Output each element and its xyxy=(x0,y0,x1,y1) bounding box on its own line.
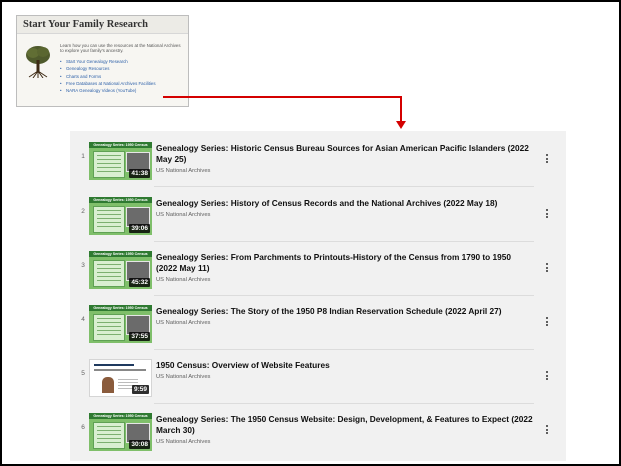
video-duration: 45:32 xyxy=(129,278,150,287)
video-title-text[interactable]: Genealogy Series: The Story of the 1950 … xyxy=(156,306,502,316)
video-title-text[interactable]: Genealogy Series: Historic Census Bureau… xyxy=(156,143,529,164)
channel-name[interactable]: US National Archives xyxy=(156,373,534,381)
thumbnail-heading-bar xyxy=(94,364,134,366)
video-thumbnail[interactable]: Genealogy Series: 1950 Census 30:08 xyxy=(89,413,152,451)
thumbnail-banner: Genealogy Series: 1950 Census xyxy=(89,251,152,257)
thumbnail-banner: Genealogy Series: 1950 Census xyxy=(89,413,152,419)
video-title[interactable]: Genealogy Series: History of Census Reco… xyxy=(156,198,534,219)
thumbnail-subheading-bar xyxy=(94,369,146,371)
resource-links: Start Your Genealogy Research Genealogy … xyxy=(60,58,156,95)
link-start-research[interactable]: Start Your Genealogy Research xyxy=(60,58,156,66)
playlist-item[interactable]: 1 Genealogy Series: 1950 Census 41:38 Ge… xyxy=(70,133,566,187)
more-options-icon[interactable] xyxy=(545,154,549,165)
playlist-item[interactable]: 4 Genealogy Series: 1950 Census 37:55 Ge… xyxy=(70,296,566,350)
document-graphic xyxy=(93,314,125,341)
video-thumbnail[interactable]: Genealogy Series: 1950 Census 39:06 xyxy=(89,197,152,235)
playlist-item[interactable]: 3 Genealogy Series: 1950 Census 45:32 Ge… xyxy=(70,242,566,296)
channel-name[interactable]: US National Archives xyxy=(156,167,534,175)
video-thumbnail[interactable]: 9:59 xyxy=(89,359,152,397)
video-title-text[interactable]: Genealogy Series: History of Census Reco… xyxy=(156,198,497,208)
item-index: 1 xyxy=(81,153,85,160)
video-title[interactable]: Genealogy Series: The Story of the 1950 … xyxy=(156,306,534,327)
video-playlist: 1 Genealogy Series: 1950 Census 41:38 Ge… xyxy=(70,131,566,461)
document-graphic xyxy=(93,422,125,449)
video-duration: 39:06 xyxy=(129,224,150,233)
thumbnail-banner: Genealogy Series: 1950 Census xyxy=(89,305,152,311)
channel-name[interactable]: US National Archives xyxy=(156,211,534,219)
thumbnail-banner: Genealogy Series: 1950 Census xyxy=(89,142,152,148)
channel-name[interactable]: US National Archives xyxy=(156,276,534,284)
item-index: 6 xyxy=(81,424,85,431)
channel-name[interactable]: US National Archives xyxy=(156,438,534,446)
panel-title: Start Your Family Research xyxy=(17,16,188,34)
family-research-panel: Start Your Family Research Learn how you… xyxy=(16,15,189,107)
channel-name[interactable]: US National Archives xyxy=(156,319,534,327)
more-options-icon[interactable] xyxy=(545,263,549,274)
item-index: 5 xyxy=(81,370,85,377)
document-graphic xyxy=(93,260,125,287)
divider xyxy=(154,186,534,187)
video-title[interactable]: Genealogy Series: Historic Census Bureau… xyxy=(156,143,534,175)
item-index: 2 xyxy=(81,208,85,215)
playlist-item[interactable]: 5 9:59 1950 Census: Overview of Website … xyxy=(70,350,566,404)
playlist-item[interactable]: 6 Genealogy Series: 1950 Census 30:08 Ge… xyxy=(70,404,566,458)
link-genealogy-resources[interactable]: Genealogy Resources xyxy=(60,65,156,73)
link-free-databases[interactable]: Free Databases at National Archives Faci… xyxy=(60,80,156,88)
item-index: 3 xyxy=(81,262,85,269)
item-index: 4 xyxy=(81,316,85,323)
video-duration: 41:38 xyxy=(129,169,150,178)
presenter-portrait xyxy=(102,377,114,393)
video-title[interactable]: Genealogy Series: From Parchments to Pri… xyxy=(156,252,534,284)
document-graphic xyxy=(93,151,125,178)
link-genealogy-videos[interactable]: NARA Genealogy Videos (YouTube) xyxy=(60,87,156,95)
thumbnail-banner: Genealogy Series: 1950 Census xyxy=(89,197,152,203)
video-title-text[interactable]: 1950 Census: Overview of Website Feature… xyxy=(156,360,330,370)
more-options-icon[interactable] xyxy=(545,317,549,328)
playlist-item[interactable]: 2 Genealogy Series: 1950 Census 39:06 Ge… xyxy=(70,188,566,242)
video-duration: 9:59 xyxy=(131,385,149,394)
video-thumbnail[interactable]: Genealogy Series: 1950 Census 45:32 xyxy=(89,251,152,289)
video-thumbnail[interactable]: Genealogy Series: 1950 Census 41:38 xyxy=(89,142,152,180)
more-options-icon[interactable] xyxy=(545,425,549,436)
video-thumbnail[interactable]: Genealogy Series: 1950 Census 37:55 xyxy=(89,305,152,343)
tree-icon xyxy=(26,46,50,78)
video-title[interactable]: Genealogy Series: The 1950 Census Websit… xyxy=(156,414,534,446)
more-options-icon[interactable] xyxy=(545,209,549,220)
more-options-icon[interactable] xyxy=(545,371,549,382)
panel-intro-text: Learn how you can use the resources at t… xyxy=(60,43,181,54)
video-title[interactable]: 1950 Census: Overview of Website Feature… xyxy=(156,360,534,381)
document-graphic xyxy=(93,206,125,233)
link-charts-forms[interactable]: Charts and Forms xyxy=(60,73,156,81)
video-duration: 30:08 xyxy=(129,440,150,449)
video-title-text[interactable]: Genealogy Series: From Parchments to Pri… xyxy=(156,252,511,273)
video-title-text[interactable]: Genealogy Series: The 1950 Census Websit… xyxy=(156,414,533,435)
video-duration: 37:55 xyxy=(129,332,150,341)
